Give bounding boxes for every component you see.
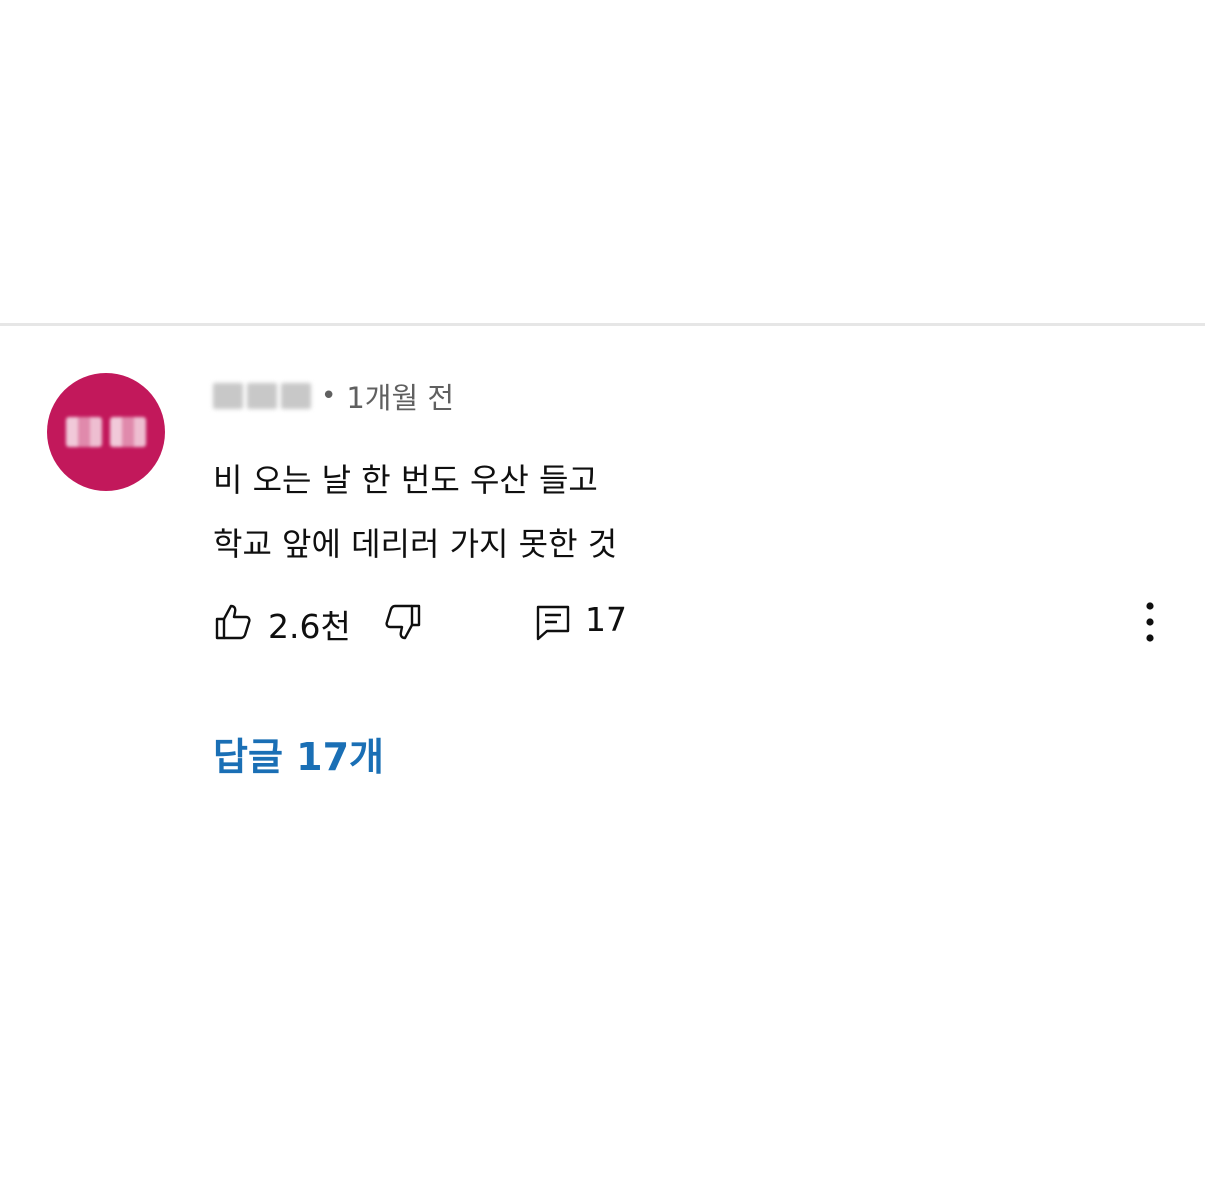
author-name-blurred[interactable] [213, 383, 311, 409]
like-count: 2.6천 [268, 607, 351, 646]
comment-meta: • 1개월 전 [213, 376, 454, 416]
thumbs-down-icon[interactable] [383, 602, 423, 642]
comment-text-line: 비 오는 날 한 번도 우산 들고 [213, 461, 598, 499]
thumbs-up-icon[interactable] [213, 602, 253, 642]
reply-count: 17 [585, 600, 627, 639]
view-replies-link[interactable]: 답글 17개 [213, 726, 384, 781]
comment-text-line: 학교 앞에 데리러 가지 못한 것 [213, 525, 618, 563]
meta-separator: • [321, 381, 337, 411]
section-divider [0, 323, 1205, 326]
comment-timestamp[interactable]: 1개월 전 [346, 375, 454, 417]
comment-body: 비 오는 날 한 번도 우산 들고 학교 앞에 데리러 가지 못한 것 [213, 448, 617, 576]
avatar-initials-blurred [66, 417, 146, 447]
reply-icon[interactable] [533, 602, 573, 642]
avatar[interactable] [47, 373, 165, 491]
comment-actions: 2.6천 17 [213, 598, 1173, 648]
more-vert-icon[interactable] [1138, 600, 1162, 644]
